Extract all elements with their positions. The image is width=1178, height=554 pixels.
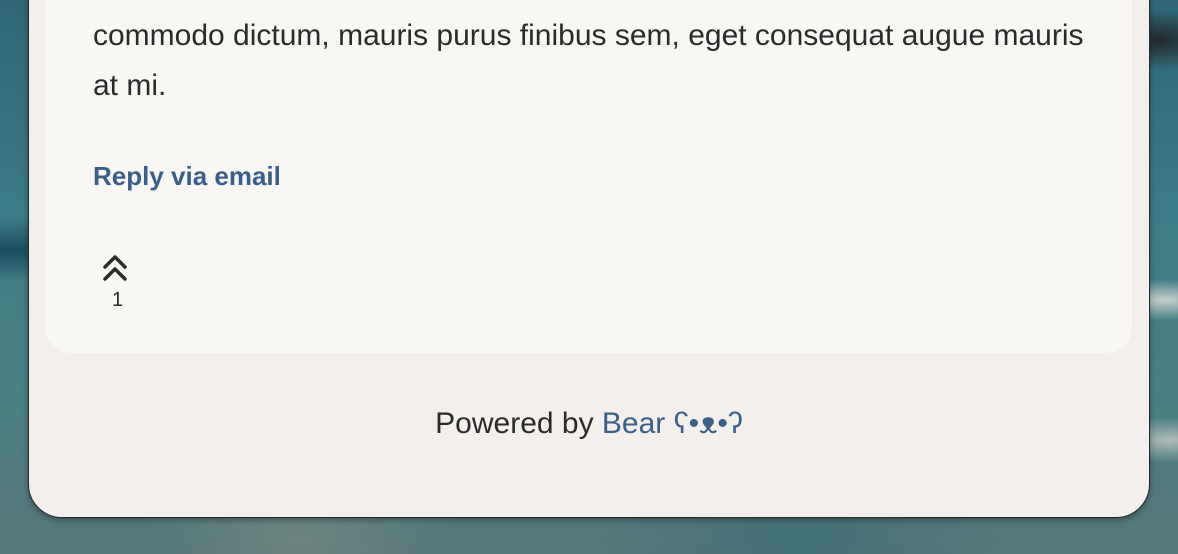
post-body-text: commodo dictum, mauris purus finibus sem… bbox=[93, 19, 1084, 102]
upvote-button[interactable]: 1 bbox=[101, 251, 137, 311]
footer-bear-link[interactable]: Bear ʕ•ᴥ•ʔ bbox=[602, 407, 743, 440]
reply-via-email-link[interactable]: Reply via email bbox=[93, 161, 281, 192]
footer: Powered by Bear ʕ•ᴥ•ʔ bbox=[29, 407, 1149, 441]
double-chevron-up-icon bbox=[103, 255, 127, 281]
browser-window: commodo dictum, mauris purus finibus sem… bbox=[28, 0, 1150, 518]
footer-powered-by-text: Powered by bbox=[435, 407, 602, 440]
post-card: commodo dictum, mauris purus finibus sem… bbox=[45, 0, 1132, 353]
upvote-count: 1 bbox=[112, 289, 124, 311]
